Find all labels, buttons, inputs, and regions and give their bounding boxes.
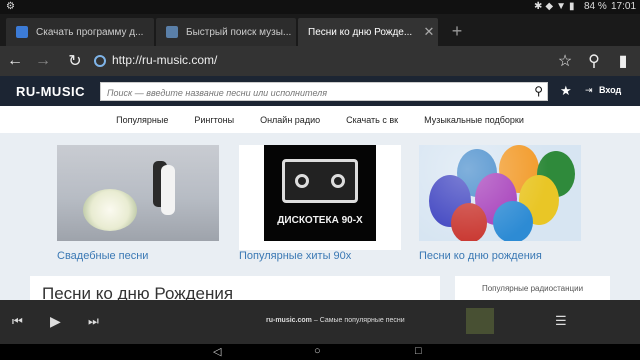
nav-popular[interactable]: Популярные — [116, 115, 168, 125]
player-site: ru-music.com — [266, 317, 312, 324]
bookmark-star-icon[interactable]: ☆ — [552, 46, 578, 76]
sidebar-title: Популярные радиостанции — [481, 284, 584, 293]
card-hits-90s[interactable]: ДИСКОТЕКА 90-Х Популярные хиты 90х — [239, 145, 401, 262]
card-wedding-songs[interactable]: Свадебные песни — [57, 145, 219, 262]
url-field[interactable]: http://ru-music.com/ — [112, 53, 217, 67]
disco-image-caption: ДИСКОТЕКА 90-Х — [277, 215, 363, 226]
recents-nav-icon[interactable]: □ — [415, 345, 422, 357]
tab-music-search[interactable]: Быстрый поиск музы... — [156, 18, 296, 46]
site-nav: Популярные Рингтоны Онлайн радио Скачать… — [0, 106, 640, 133]
web-page: RU-MUSIC ⚲ ★ ⇥ Вход Популярные Рингтоны … — [0, 76, 640, 300]
search-icon[interactable]: ⚲ — [534, 84, 543, 98]
nav-online-radio[interactable]: Онлайн радио — [260, 115, 320, 125]
signal-icons: ✱◆▼▮ — [534, 1, 578, 12]
music-player-bar: ⏮ ▶ ⏭ ru-music.com – Самые популярные пе… — [0, 300, 640, 344]
nav-vk-download[interactable]: Скачать с вк — [346, 115, 398, 125]
site-header: RU-MUSIC ⚲ ★ ⇥ Вход — [0, 76, 640, 106]
page-title: Песни ко дню Рождения — [42, 284, 234, 300]
player-title: – Самые популярные песни — [311, 317, 405, 324]
notification-icon: ⚙ — [6, 1, 15, 12]
close-tab-icon[interactable]: ✕ — [420, 24, 438, 40]
sidebar-panel: Популярные радиостанции — [455, 276, 610, 300]
tab-title: Быстрый поиск музы... — [186, 26, 292, 38]
status-bar: ⚙ ✱◆▼▮ 84 % 17:01 — [0, 0, 640, 14]
tab-favicon-icon — [16, 26, 28, 38]
card-label[interactable]: Свадебные песни — [57, 250, 219, 262]
back-button[interactable]: ← — [2, 46, 28, 76]
now-playing-text: ru-music.com – Самые популярные песни — [266, 317, 405, 324]
home-nav-icon[interactable]: ○ — [314, 345, 321, 357]
address-bar: ← → ↻ http://ru-music.com/ ☆ ⚲ ▮ — [0, 46, 640, 76]
previous-track-icon[interactable]: ⏮ — [12, 314, 23, 329]
play-icon[interactable]: ▶ — [50, 313, 61, 330]
tab-bar: Скачать программу д... Быстрый поиск муз… — [0, 14, 640, 46]
nav-collections[interactable]: Музыкальные подборки — [424, 115, 524, 125]
bookmarks-icon[interactable]: ▮ — [610, 46, 636, 76]
clock: 17:01 — [611, 1, 637, 12]
battery-level: 84 % — [584, 1, 607, 12]
back-nav-icon[interactable]: ◁ — [213, 345, 221, 358]
tab-download-program[interactable]: Скачать программу д... — [6, 18, 154, 46]
search-icon[interactable]: ⚲ — [581, 46, 607, 76]
system-nav-bar: ◁ ○ □ — [0, 344, 640, 360]
login-icon[interactable]: ⇥ — [585, 85, 593, 96]
tab-title: Песни ко дню Рожде... — [308, 26, 413, 38]
radio-thumbnail — [466, 308, 494, 334]
site-search-box: ⚲ — [100, 82, 548, 102]
disco-90s-image: ДИСКОТЕКА 90-Х — [239, 145, 401, 241]
tab-birthday-songs[interactable]: Песни ко дню Рожде... ✕ — [298, 18, 438, 46]
forward-button[interactable]: → — [30, 46, 56, 76]
card-birthday-songs[interactable]: Песни ко дню рождения — [419, 145, 581, 262]
main-content-panel: Песни ко дню Рождения — [30, 276, 440, 300]
login-link[interactable]: Вход — [599, 85, 621, 95]
tab-favicon-icon — [166, 26, 178, 38]
tab-title: Скачать программу д... — [36, 26, 144, 38]
playlist-menu-icon[interactable]: ☰ — [555, 313, 567, 329]
search-input[interactable] — [101, 84, 521, 102]
site-logo[interactable]: RU-MUSIC — [16, 84, 85, 99]
card-label[interactable]: Песни ко дню рождения — [419, 250, 581, 262]
reload-button[interactable]: ↻ — [62, 46, 88, 76]
favorites-star-icon[interactable]: ★ — [560, 83, 572, 99]
next-track-icon[interactable]: ⏭ — [88, 314, 99, 329]
wedding-image — [57, 145, 219, 241]
nav-ringtones[interactable]: Рингтоны — [194, 115, 234, 125]
new-tab-button[interactable]: + — [446, 20, 468, 42]
card-label[interactable]: Популярные хиты 90х — [239, 250, 401, 262]
balloons-image — [419, 145, 581, 241]
site-info-icon[interactable] — [94, 55, 106, 67]
